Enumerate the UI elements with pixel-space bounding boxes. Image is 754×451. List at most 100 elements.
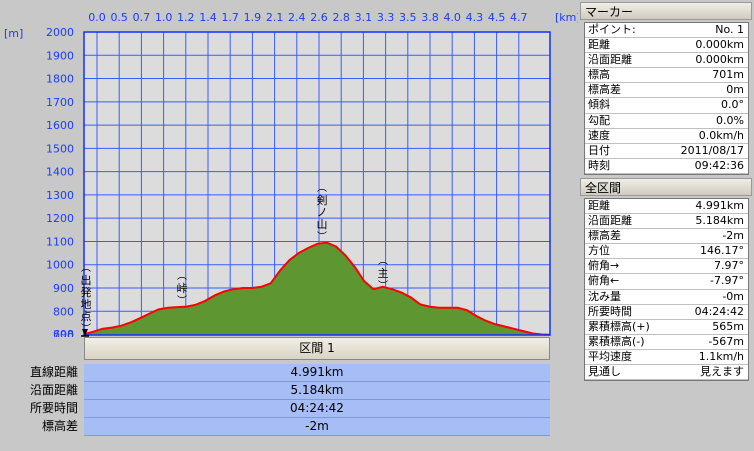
section-row-value: 5.184km	[84, 382, 550, 400]
whole-section-panel-title: 全区間	[580, 178, 752, 196]
whole-row-key: 累積標高(+)	[588, 319, 650, 333]
y-tick-label: 1800	[46, 73, 74, 86]
x-tick-label: 1.2	[177, 11, 195, 24]
whole-row-value: 1.1km/h	[698, 349, 744, 363]
whole-section-panel: 距離 4.991km 沿面距離 5.184km 標高差 -2m 方位 146.17° 俯角→ 7.…	[584, 198, 749, 382]
marker-row: 標高 701m	[585, 68, 748, 84]
whole-row-key: 俯角→	[588, 259, 620, 273]
whole-row-key: 俯角←	[588, 274, 620, 288]
y-tick-label: 1700	[46, 96, 74, 109]
waypoint-label-pass[interactable]: ︵ 峠 ︶	[175, 270, 189, 308]
marker-row: 傾斜 0.0°	[585, 98, 748, 114]
whole-row-value: -567m	[708, 334, 744, 348]
y-tick-label: 698	[53, 328, 74, 337]
y-tick-label: 2000	[46, 26, 74, 39]
waypoint-label-summit[interactable]: ︵ 剣ノ山 ︶	[315, 182, 329, 244]
y-tick-label: 1300	[46, 189, 74, 202]
y-tick-label: 1000	[46, 259, 74, 272]
whole-row: 沈み量 -0m	[585, 290, 748, 305]
x-tick-label: 1.4	[199, 11, 217, 24]
x-tick-label: 1.7	[221, 11, 239, 24]
marker-row-value: 0m	[726, 83, 744, 97]
marker-row-key: 勾配	[588, 113, 610, 127]
whole-row: 累積標高(-) -567m	[585, 335, 748, 350]
whole-row: 俯角→ 7.97°	[585, 259, 748, 275]
marker-row-key: 傾斜	[588, 98, 610, 112]
y-tick-label: 1200	[46, 212, 74, 225]
marker-row-value: 0.0km/h	[698, 128, 744, 142]
marker-row-key: ポイント:	[588, 23, 636, 36]
whole-row-value: 4.991km	[695, 199, 744, 212]
whole-row-value: -0m	[722, 289, 744, 303]
marker-row-value: 0.0°	[721, 98, 744, 112]
marker-row: 速度 0.0km/h	[585, 129, 748, 144]
x-tick-label: 1.9	[244, 11, 262, 24]
marker-row: 距離 0.000km	[585, 38, 748, 54]
whole-row-key: 沈み量	[588, 289, 621, 303]
waypoint-label-start[interactable]: ︵ 出発地点 ︶	[79, 262, 93, 336]
whole-row: 標高差 -2m	[585, 229, 748, 245]
x-axis-unit: [km]	[555, 11, 578, 24]
x-tick-label: 4.5	[488, 11, 506, 24]
x-tick-label: 3.1	[355, 11, 373, 24]
marker-row: 沿面距離 0.000km	[585, 53, 748, 69]
marker-row-value: 0.0%	[716, 113, 744, 127]
whole-row: 距離 4.991km	[585, 199, 748, 215]
whole-row-key: 標高差	[588, 229, 621, 243]
x-tick-label: 0.5	[110, 11, 128, 24]
whole-row-key: 距離	[588, 199, 610, 212]
y-axis-unit: [m]	[4, 27, 23, 40]
marker-panel: ポイント: No. 1 距離 0.000km 沿面距離 0.000km 標高 701m 標高差 0…	[584, 22, 749, 175]
x-tick-label: 2.4	[288, 11, 306, 24]
whole-row-value: 146.17°	[700, 244, 744, 258]
y-tick-label: 800	[53, 305, 74, 318]
section-header[interactable]: 区間 1	[84, 337, 550, 360]
x-tick-label: 4.3	[466, 11, 484, 24]
whole-row-key: 見通し	[588, 365, 621, 379]
marker-panel-title: マーカー	[580, 2, 752, 20]
whole-row-key: 沿面距離	[588, 214, 632, 228]
waypoint-label-main[interactable]: ︵ 主 ︶	[376, 255, 390, 293]
x-tick-label: 3.5	[399, 11, 417, 24]
x-tick-label: 3.3	[377, 11, 395, 24]
section-row-value: 4.991km	[84, 364, 550, 382]
whole-row: 平均速度 1.1km/h	[585, 349, 748, 366]
y-tick-label: 1900	[46, 49, 74, 62]
marker-row-value: 09:42:36	[694, 158, 744, 172]
marker-row: 勾配 0.0%	[585, 114, 748, 129]
y-tick-label: 1100	[46, 235, 74, 248]
section-row-label: 標高差	[41, 419, 78, 433]
x-tick-label: 2.8	[332, 11, 350, 24]
whole-row: 俯角← -7.97°	[585, 274, 748, 290]
marker-row: 時刻 09:42:36	[585, 159, 748, 174]
x-tick-label: 0.0	[88, 11, 106, 24]
x-axis-ticks: 0.0 0.5 0.7 1.0 1.2 1.4 1.7 1.9 2.1 2.4 2.6 2.8 3.1 3…	[88, 11, 527, 24]
section-row-value: -2m	[84, 418, 550, 436]
marker-row-key: 距離	[588, 38, 610, 52]
x-tick-label: 3.8	[421, 11, 439, 24]
whole-row: 沿面距離 5.184km	[585, 214, 748, 230]
marker-row-value: No. 1	[715, 23, 744, 36]
whole-row-value: -7.97°	[710, 274, 744, 288]
x-tick-label: 4.7	[510, 11, 528, 24]
y-tick-label: 1500	[46, 142, 74, 155]
y-tick-label: 1400	[46, 166, 74, 179]
y-tick-label: 900	[53, 282, 74, 295]
whole-row-value: -2m	[722, 229, 744, 243]
marker-row-key: 沿面距離	[588, 53, 632, 67]
x-tick-label: 1.0	[155, 11, 173, 24]
x-tick-label: 2.6	[310, 11, 328, 24]
whole-row-key: 方位	[588, 244, 610, 258]
whole-row-value: 565m	[712, 319, 744, 333]
whole-row: 所要時間 04:24:42	[585, 305, 748, 320]
whole-row-value: 見えます	[700, 365, 744, 379]
whole-row: 累積標高(+) 565m	[585, 320, 748, 335]
section-row-label: 沿面距離	[29, 383, 78, 397]
marker-row: ポイント: No. 1	[585, 23, 748, 39]
marker-row-value: 0.000km	[695, 53, 744, 67]
section-row-label: 直線距離	[29, 365, 78, 379]
marker-row-value: 2011/08/17	[680, 143, 744, 157]
whole-row-key: 累積標高(-)	[588, 334, 645, 348]
y-axis-ticks: 2000 1900 1800 1700 1600 1500 1400 1300 1200 1100…	[46, 26, 74, 337]
whole-row: 見通し 見えます	[585, 365, 748, 381]
